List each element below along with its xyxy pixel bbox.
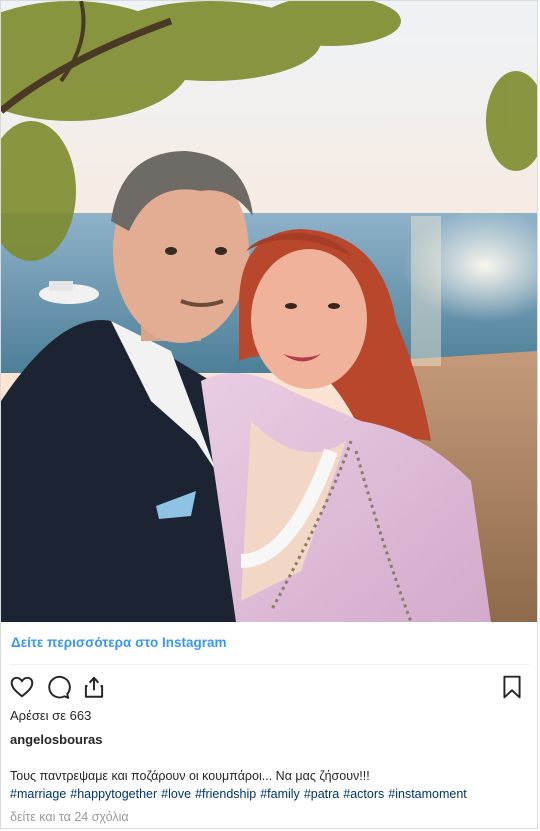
post-actions: [9, 673, 107, 701]
post-caption: Τους παντρεψαμε και ποζάρουν οι κουμπάρο…: [10, 767, 532, 803]
likes-count[interactable]: Αρέσει σε 663: [10, 708, 91, 723]
hashtag-link[interactable]: #marriage: [10, 787, 66, 801]
comment-icon[interactable]: [45, 674, 71, 700]
bookmark-icon[interactable]: [499, 674, 525, 700]
hashtag-link[interactable]: #patra: [304, 787, 339, 801]
post-username[interactable]: angelosbouras: [10, 732, 102, 747]
post-photo[interactable]: [1, 1, 537, 622]
hashtag-link[interactable]: #friendship: [195, 787, 256, 801]
hashtag-link[interactable]: #love: [161, 787, 191, 801]
hashtag-list: #marriage #happytogether #love #friendship #…: [10, 785, 532, 803]
divider: [9, 664, 529, 665]
share-icon[interactable]: [81, 674, 107, 700]
hashtag-link[interactable]: #actors: [343, 787, 384, 801]
view-more-on-instagram-link[interactable]: Δείτε περισσότερα στο Instagram: [11, 635, 226, 650]
heart-icon[interactable]: [9, 674, 35, 700]
instagram-embed-card: Δείτε περισσότερα στο Instagram Αρέσει σ…: [0, 0, 538, 829]
hashtag-link[interactable]: #family: [260, 787, 300, 801]
hashtag-link[interactable]: #happytogether: [70, 787, 157, 801]
caption-text: Τους παντρεψαμε και ποζάρουν οι κουμπάρο…: [10, 769, 370, 783]
view-all-comments-link[interactable]: δείτε και τα 24 σχόλια: [10, 810, 129, 824]
hashtag-link[interactable]: #instamoment: [388, 787, 467, 801]
